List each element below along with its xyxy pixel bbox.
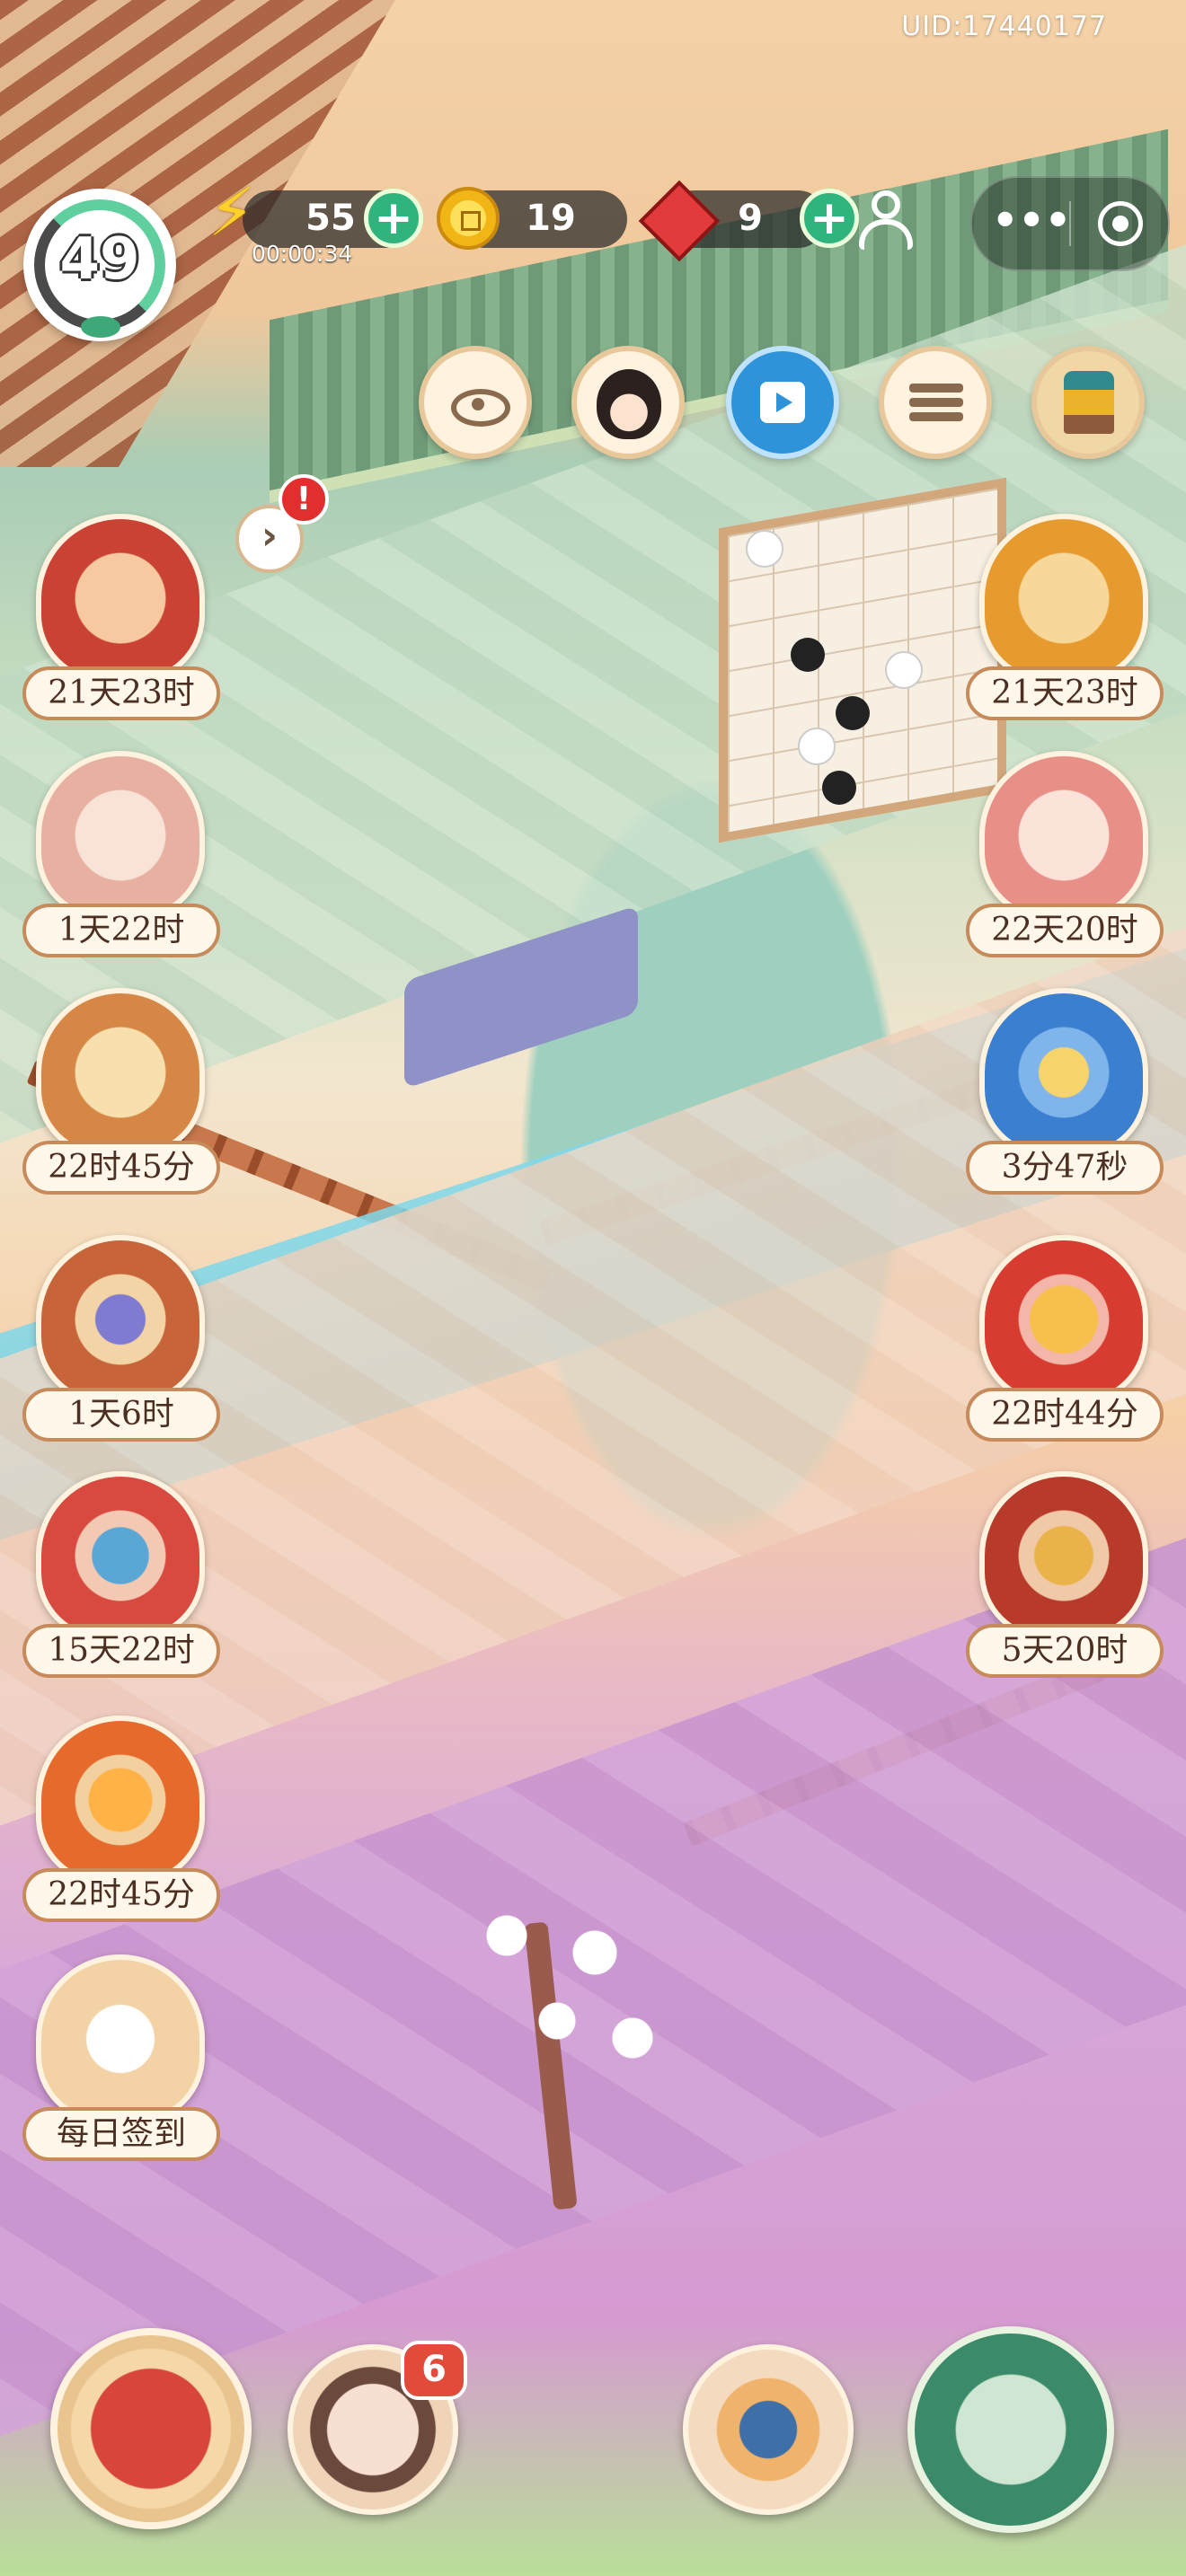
event-timer: 1天22时 <box>22 904 220 957</box>
event-timer: 5天20时 <box>966 1624 1164 1678</box>
event-timer: 22时45分 <box>22 1141 220 1195</box>
tiger-cub-icon <box>979 751 1148 920</box>
event-item[interactable]: 21天23时 <box>961 514 1168 738</box>
gift-box-5-icon <box>36 1235 205 1404</box>
scroll-question-icon <box>979 514 1148 683</box>
level-number: 49 <box>59 226 140 293</box>
blossom-tree[interactable] <box>431 1850 683 2192</box>
event-item[interactable]: 1天6时 <box>18 1235 225 1460</box>
event-timer: 21天23时 <box>22 666 220 720</box>
teapot-button[interactable] <box>907 2326 1114 2533</box>
close-miniprogram-button[interactable] <box>1098 201 1143 246</box>
event-item[interactable]: 22时45分 <box>18 988 225 1213</box>
mini-program-capsule: ••• <box>970 176 1170 271</box>
white-stone <box>798 728 836 765</box>
friends-icon[interactable] <box>850 187 922 259</box>
notification-badge: 6 <box>401 2341 467 2400</box>
lion-cub-icon <box>36 751 205 920</box>
white-stone <box>885 651 923 689</box>
fan-fish-icon <box>36 1471 205 1640</box>
event-timer: 15天22时 <box>22 1624 220 1678</box>
daily-signin-label: 每日签到 <box>22 2107 220 2161</box>
event-item[interactable]: 3分47秒 <box>961 988 1168 1213</box>
character-button[interactable] <box>571 346 685 459</box>
event-item[interactable]: 22时44分 <box>961 1235 1168 1460</box>
uid-label: UID:17440177 <box>901 11 1107 42</box>
red-chest-icon <box>979 1471 1148 1640</box>
black-stone <box>791 638 825 672</box>
book-bundle-icon <box>36 514 205 683</box>
horse-icon <box>36 988 205 1157</box>
black-stone <box>822 771 856 805</box>
event-item[interactable]: 1天22时 <box>18 751 225 975</box>
coin-icon <box>437 187 500 250</box>
shrine-icon <box>1064 371 1114 434</box>
treasure-chest-icon <box>979 1235 1148 1404</box>
storybook-button[interactable] <box>50 2328 252 2529</box>
dragon-orb-icon <box>36 1716 205 1884</box>
more-options-button[interactable]: ••• <box>992 196 1071 244</box>
event-item[interactable]: 5天20时 <box>961 1471 1168 1696</box>
add-energy-button[interactable]: + <box>364 189 423 248</box>
shrine-button[interactable] <box>1031 346 1145 459</box>
event-timer: 1天6时 <box>22 1388 220 1442</box>
white-stone <box>746 530 783 568</box>
view-toggle-button[interactable] <box>419 346 532 459</box>
eye-icon <box>451 389 510 427</box>
event-timer: 21天23时 <box>966 666 1164 720</box>
gem-value: 9 <box>738 198 763 239</box>
energy-value: 55 <box>305 198 356 239</box>
event-item[interactable]: 22天20时 <box>961 751 1168 975</box>
event-item[interactable]: 22时45分 <box>18 1716 225 1940</box>
event-item[interactable]: 21天23时 <box>18 514 225 738</box>
list-icon <box>909 378 963 427</box>
event-timer: 3分47秒 <box>966 1141 1164 1195</box>
task-list-button[interactable] <box>879 346 992 459</box>
event-item[interactable]: 15天22时 <box>18 1471 225 1696</box>
player-level-badge[interactable]: 49 <box>23 189 176 341</box>
black-stone <box>836 696 870 730</box>
dragon-card-icon <box>979 988 1148 1157</box>
event-timer: 22天20时 <box>966 904 1164 957</box>
coin-value: 19 <box>526 198 576 239</box>
shop-building-button[interactable] <box>683 2344 854 2515</box>
daily-signin-item[interactable]: 每日签到 <box>18 1954 225 2179</box>
video-icon <box>760 382 805 423</box>
daily-signin-icon <box>36 1954 205 2123</box>
video-button[interactable] <box>726 346 839 459</box>
capsule-divider <box>1069 201 1071 246</box>
alert-badge: ! <box>279 474 329 525</box>
leaf-icon <box>81 316 120 338</box>
lightning-icon: ⚡ <box>208 174 255 251</box>
event-timer: 22时45分 <box>22 1868 220 1922</box>
event-timer: 22时44分 <box>966 1388 1164 1442</box>
girl-avatar-icon <box>597 369 661 439</box>
energy-timer: 00:00:34 <box>252 241 353 267</box>
